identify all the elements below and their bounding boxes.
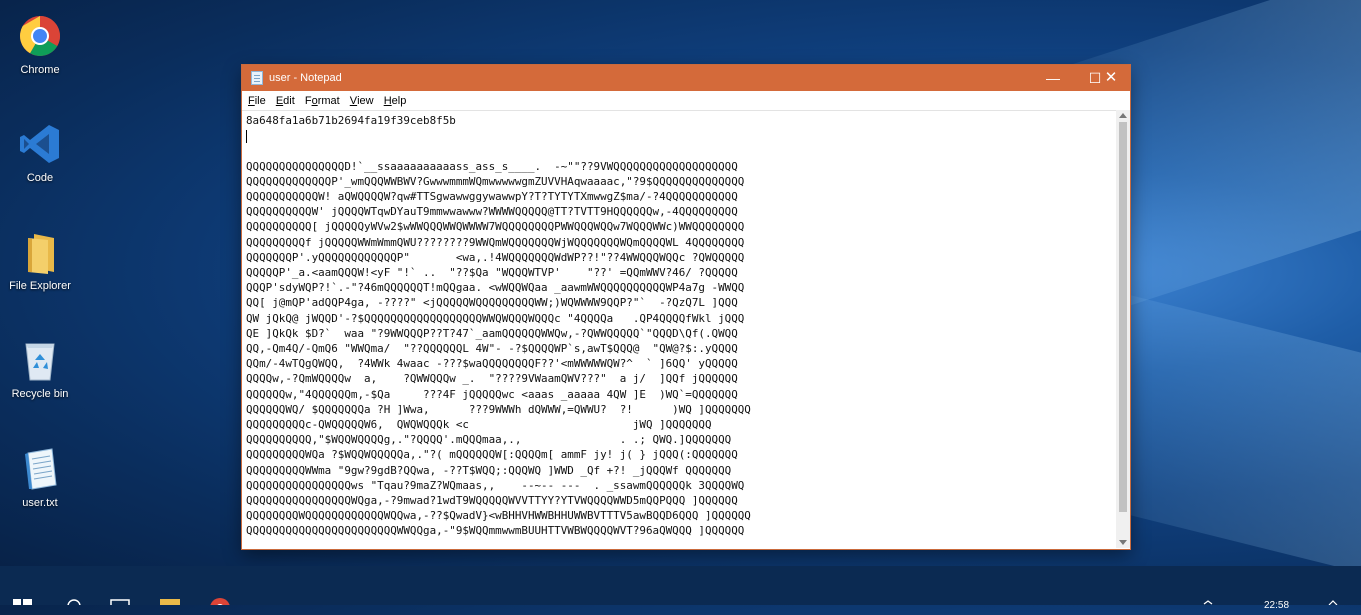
desktop-icon-recycle-bin[interactable]: Recycle bin bbox=[4, 338, 76, 400]
desktop-icon-label: Code bbox=[26, 172, 54, 184]
notification-icon[interactable] bbox=[1312, 566, 1356, 606]
vertical-scrollbar[interactable] bbox=[1116, 110, 1130, 548]
desktop-icon-label: Chrome bbox=[20, 64, 60, 76]
tray-chevron-icon[interactable] bbox=[1190, 566, 1234, 605]
menu-edit-accel: E bbox=[275, 95, 284, 107]
taskbar-file-explorer[interactable] bbox=[148, 566, 192, 607]
windows-logo-icon bbox=[13, 599, 32, 605]
clock[interactable]: 22:58 bbox=[1264, 600, 1289, 611]
menu-edit-rest: dit bbox=[283, 95, 295, 107]
scroll-up-arrow-icon[interactable] bbox=[1119, 113, 1127, 118]
menu-help-rest: elp bbox=[391, 95, 407, 107]
task-view-icon bbox=[110, 599, 130, 609]
start-button[interactable] bbox=[0, 566, 44, 605]
menu-view[interactable]: View bbox=[350, 92, 374, 110]
menu-file-rest: ile bbox=[254, 95, 266, 107]
desktop-icon-label: File Explorer bbox=[9, 280, 71, 292]
chrome-icon bbox=[18, 14, 62, 58]
menu-bar: File Edit Format View Help bbox=[242, 92, 1130, 110]
search-button[interactable] bbox=[50, 566, 94, 613]
vscode-icon bbox=[18, 122, 62, 166]
hash-line: 8a648fa1a6b71b2694fa19f39ceb8f5b bbox=[246, 114, 456, 127]
desktop-icon-code[interactable]: Code bbox=[4, 122, 76, 184]
window-title: user - Notepad bbox=[269, 72, 342, 84]
scrollbar-thumb[interactable] bbox=[1119, 122, 1127, 512]
menu-view-accel: V bbox=[349, 95, 358, 107]
ascii-art-text: QQQQQQQQQQQQQQQD!`__ssaaaaaaaaaass_ass_s… bbox=[246, 159, 751, 538]
menu-format[interactable]: Format bbox=[305, 92, 340, 110]
menu-edit[interactable]: Edit bbox=[276, 92, 295, 110]
desktop-icon-label: user.txt bbox=[22, 497, 58, 509]
close-button[interactable]: ✕ bbox=[1092, 65, 1130, 91]
notepad-window[interactable]: user - Notepad — ☐ ✕ File Edit Format Vi… bbox=[242, 65, 1130, 549]
search-icon bbox=[67, 599, 81, 613]
notepad-icon bbox=[251, 71, 263, 85]
recycle-bin-icon bbox=[18, 338, 62, 382]
menu-help-accel: H bbox=[383, 95, 392, 107]
folder-icon bbox=[18, 230, 62, 274]
desktop-icon-user-txt[interactable]: user.txt bbox=[4, 447, 76, 509]
title-bar[interactable]: user - Notepad — ☐ ✕ bbox=[242, 65, 1130, 91]
desktop-icon-file-explorer[interactable]: File Explorer bbox=[4, 230, 76, 292]
chrome-icon bbox=[210, 598, 230, 615]
taskbar-chrome[interactable] bbox=[198, 566, 242, 615]
taskbar: 22:58 bbox=[0, 566, 1361, 615]
minimize-button[interactable]: — bbox=[1033, 65, 1073, 91]
folder-icon bbox=[160, 599, 180, 607]
menu-file-accel: F bbox=[248, 95, 255, 107]
desktop-icon-label: Recycle bin bbox=[11, 388, 69, 400]
menu-help[interactable]: Help bbox=[384, 92, 407, 110]
task-view-button[interactable] bbox=[98, 566, 142, 609]
text-caret bbox=[246, 129, 247, 143]
menu-view-rest: iew bbox=[357, 95, 374, 107]
scroll-down-arrow-icon[interactable] bbox=[1119, 540, 1127, 545]
menu-format-pre: F bbox=[304, 95, 312, 107]
desktop-icon-chrome[interactable]: Chrome bbox=[4, 14, 76, 76]
menu-file[interactable]: File bbox=[248, 92, 266, 110]
menu-format-rest: rmat bbox=[317, 95, 340, 107]
text-editor[interactable]: 8a648fa1a6b71b2694fa19f39ceb8f5b QQQQQQQ… bbox=[242, 110, 1116, 549]
text-file-icon bbox=[18, 447, 62, 491]
